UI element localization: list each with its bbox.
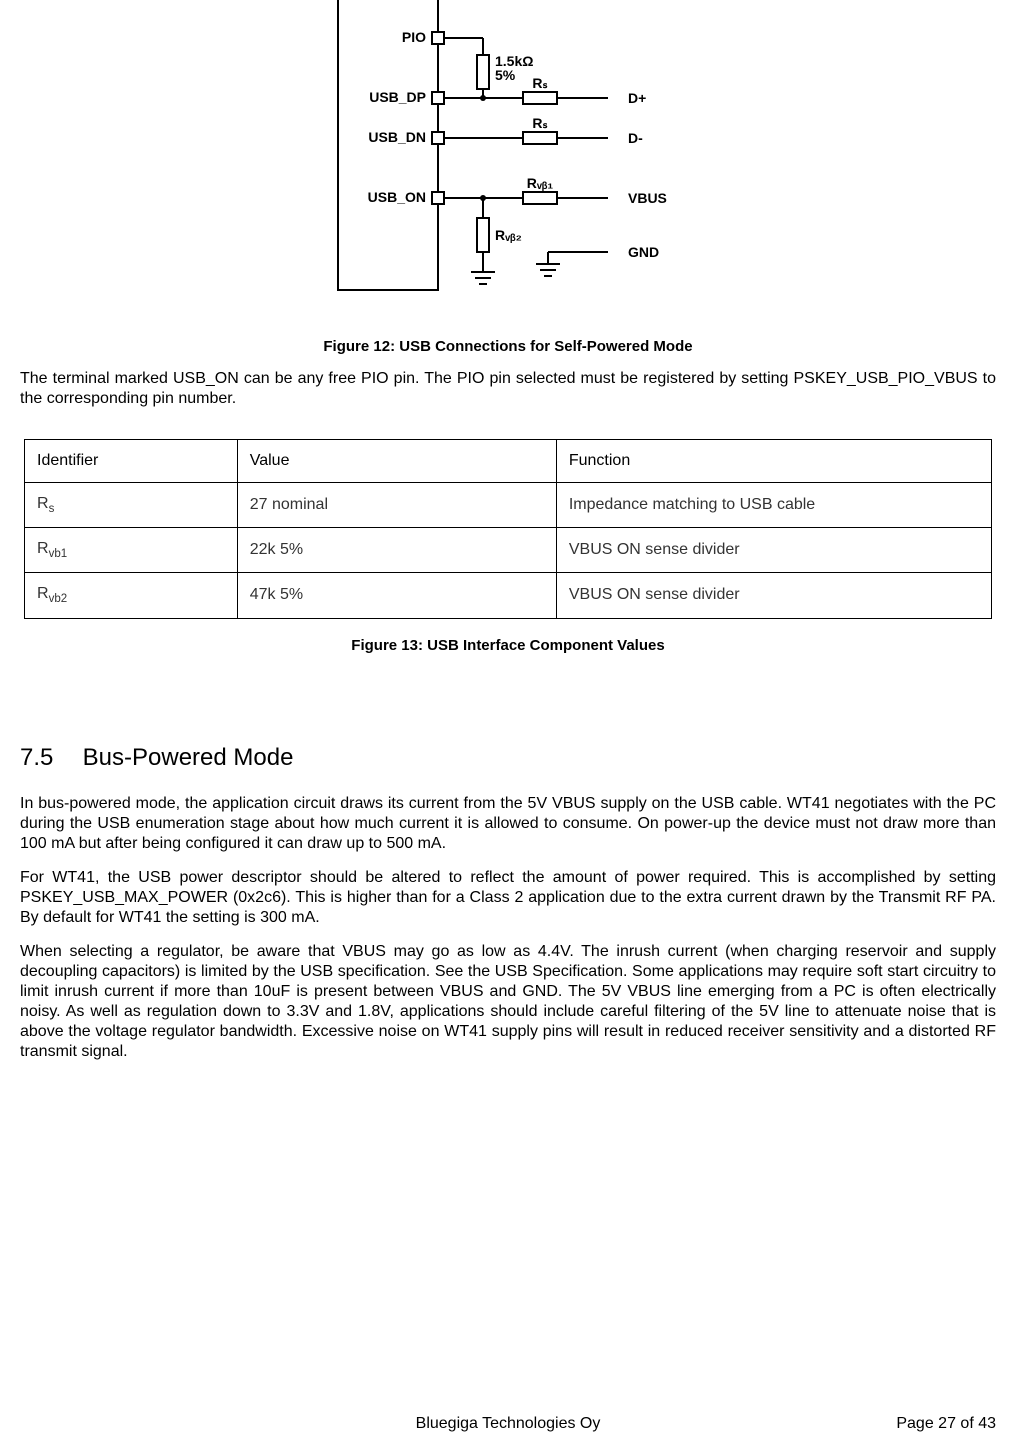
header-value: Value — [237, 440, 556, 483]
table-row: Rvb122k 5%VBUS ON sense divider — [25, 528, 992, 573]
label-pio: PIO — [402, 29, 426, 45]
table-row: Rvb247k 5%VBUS ON sense divider — [25, 573, 992, 618]
cell-identifier: Rvb1 — [25, 528, 238, 573]
paragraph-bus-powered-3: When selecting a regulator, be aware tha… — [20, 942, 996, 1062]
paragraph-usb-on: The terminal marked USB_ON can be any fr… — [20, 369, 996, 409]
cell-identifier: Rvb2 — [25, 573, 238, 618]
cell-function: VBUS ON sense divider — [556, 573, 991, 618]
component-values-table: Identifier Value Function Rs27 nominalIm… — [24, 439, 992, 619]
label-vbus: VBUS — [628, 190, 667, 206]
table-header-row: Identifier Value Function — [25, 440, 992, 483]
label-gnd: GND — [628, 244, 659, 260]
header-function: Function — [556, 440, 991, 483]
label-5pct: 5% — [495, 67, 516, 83]
label-rs2: Rₛ — [532, 115, 547, 131]
section-heading: 7.5 Bus-Powered Mode — [20, 744, 996, 772]
cell-function: Impedance matching to USB cable — [556, 483, 991, 528]
section-number: 7.5 — [20, 744, 76, 772]
section-title: Bus-Powered Mode — [83, 744, 294, 771]
cell-identifier: Rs — [25, 483, 238, 528]
label-usb-dn: USB_DN — [368, 129, 426, 145]
header-identifier: Identifier — [25, 440, 238, 483]
figure-12-diagram: PIO USB_DP USB_DN USB_ON 1.5kΩ 5% Rₛ D+ … — [20, 0, 996, 320]
label-dplus: D+ — [628, 90, 646, 106]
footer-company: Bluegiga Technologies Oy — [0, 1415, 1016, 1433]
cell-function: VBUS ON sense divider — [556, 528, 991, 573]
label-usb-dp: USB_DP — [369, 89, 426, 105]
label-rs1: Rₛ — [532, 75, 547, 91]
label-rvb1: Rᵥᵦ₁ — [527, 175, 554, 191]
page-number: Page 27 of 43 — [896, 1415, 996, 1433]
label-dminus: D- — [628, 130, 643, 146]
paragraph-bus-powered-1: In bus-powered mode, the application cir… — [20, 794, 996, 854]
figure-13-caption: Figure 13: USB Interface Component Value… — [20, 637, 996, 654]
figure-12-caption: Figure 12: USB Connections for Self-Powe… — [20, 338, 996, 355]
cell-value: 47k 5% — [237, 573, 556, 618]
label-rvb2: Rᵥᵦ₂ — [495, 227, 522, 243]
cell-value: 22k 5% — [237, 528, 556, 573]
cell-value: 27 nominal — [237, 483, 556, 528]
table-row: Rs27 nominalImpedance matching to USB ca… — [25, 483, 992, 528]
paragraph-bus-powered-2: For WT41, the USB power descriptor shoul… — [20, 868, 996, 928]
usb-diagram-svg: PIO USB_DP USB_DN USB_ON 1.5kΩ 5% Rₛ D+ … — [308, 0, 708, 320]
label-usb-on: USB_ON — [368, 189, 426, 205]
